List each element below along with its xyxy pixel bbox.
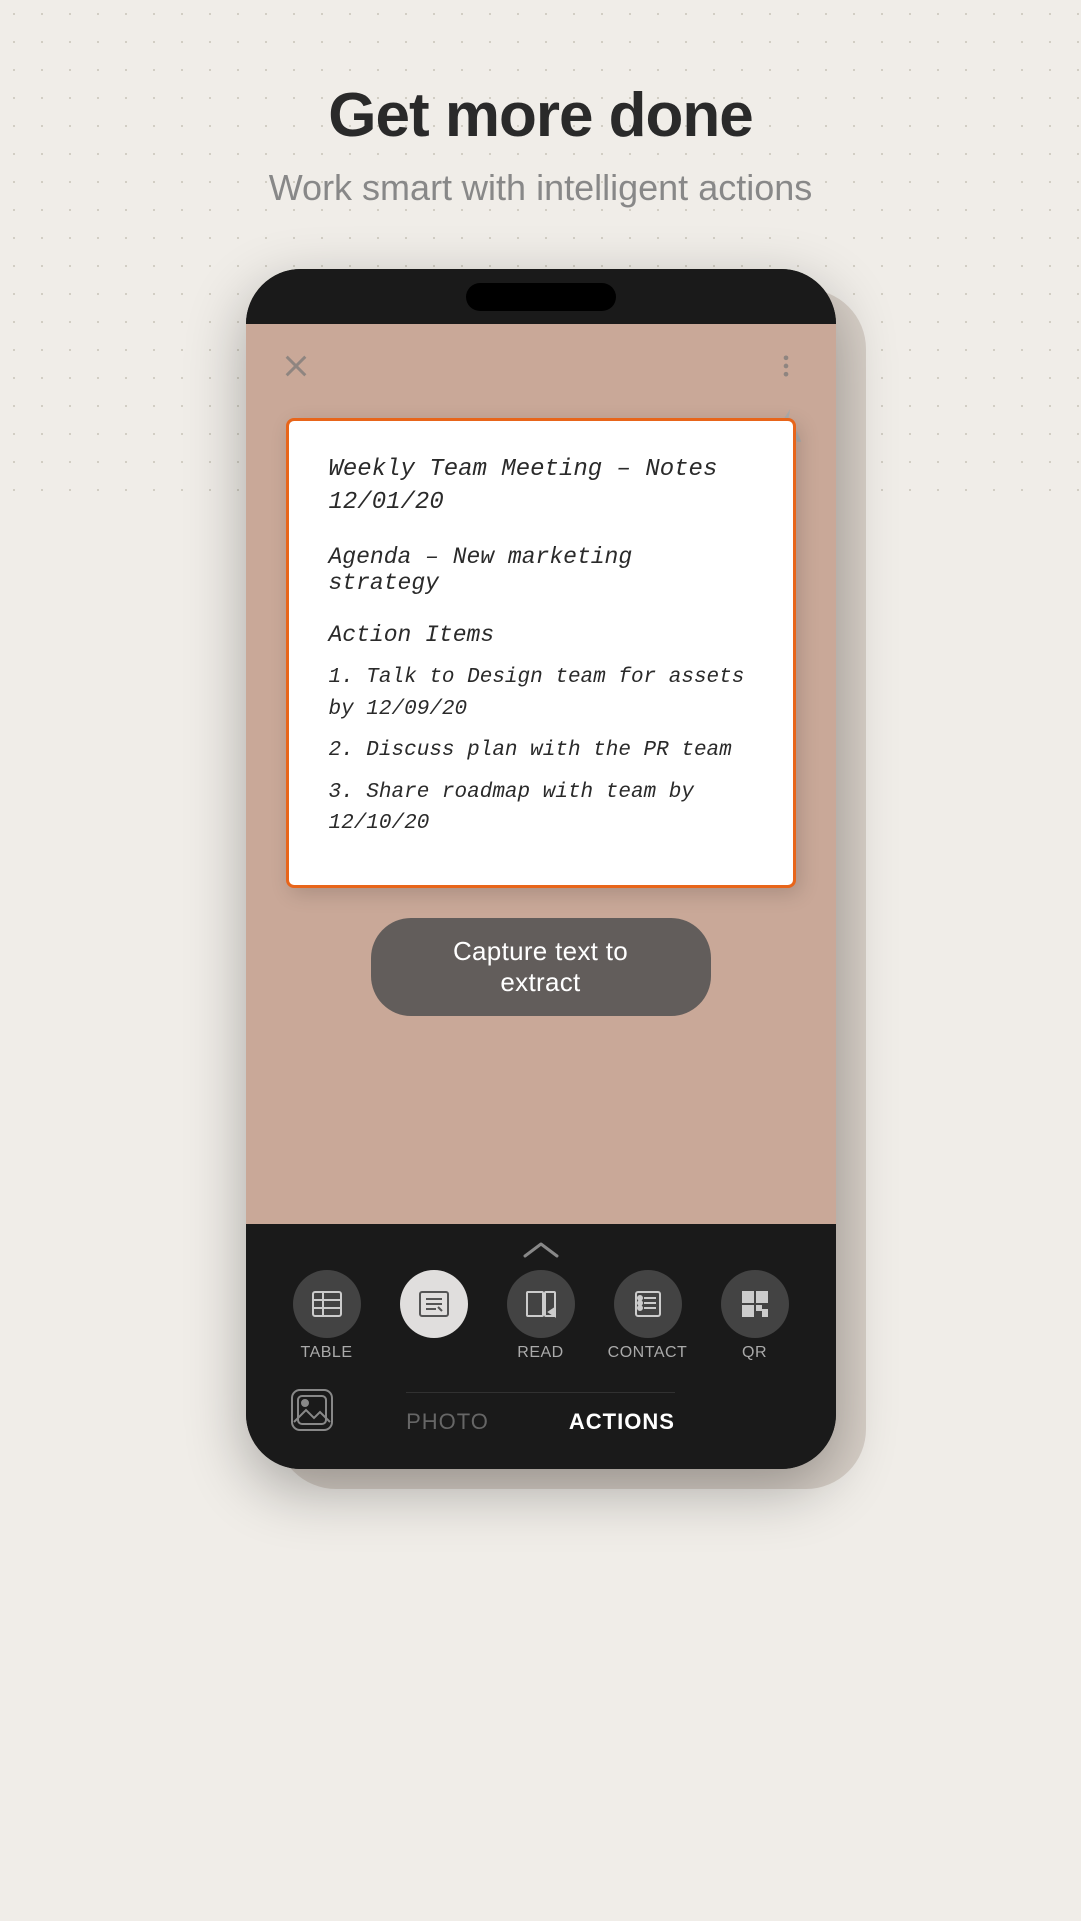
gallery-button[interactable] <box>286 1384 338 1441</box>
table-icon-bg <box>293 1270 361 1338</box>
phone-notch <box>466 283 616 311</box>
doc-date: 12/01/20 <box>329 489 753 516</box>
doc-item-2: 2. Discuss plan with the PR team <box>329 735 753 767</box>
document-card: Weekly Team Meeting – Notes 12/01/20 Age… <box>286 418 796 888</box>
text-icon-bg <box>400 1270 468 1338</box>
icon-read[interactable]: READ <box>498 1270 583 1362</box>
icon-contact[interactable]: CONTACT <box>605 1270 690 1362</box>
doc-section: Action Items <box>329 622 753 648</box>
main-title: Get more done <box>269 80 813 151</box>
bottom-tabs: PHOTO ACTIONS <box>406 1392 675 1443</box>
close-button[interactable] <box>274 344 318 388</box>
icon-table[interactable]: TABLE <box>284 1270 369 1362</box>
tab-actions[interactable]: ACTIONS <box>569 1409 675 1435</box>
qr-icon-bg <box>721 1270 789 1338</box>
header-section: Get more done Work smart with intelligen… <box>269 0 813 209</box>
sub-title: Work smart with intelligent actions <box>269 167 813 209</box>
tab-photo[interactable]: PHOTO <box>406 1409 489 1435</box>
phone-top-bar <box>246 269 836 324</box>
doc-title: Weekly Team Meeting – Notes <box>329 456 753 483</box>
camera-controls <box>246 324 836 398</box>
chevron-up <box>246 1224 836 1270</box>
phone-frame: A Weekly Team Meeting – Notes 12/01/20 A… <box>246 269 836 1469</box>
contact-label: CONTACT <box>608 1344 688 1362</box>
phone-mockup: A Weekly Team Meeting – Notes 12/01/20 A… <box>246 269 836 1469</box>
doc-agenda: Agenda – New marketing strategy <box>329 544 753 596</box>
read-icon-bg <box>507 1270 575 1338</box>
icon-qr[interactable]: QR <box>712 1270 797 1362</box>
icon-text-active[interactable] <box>391 1270 476 1344</box>
camera-viewfinder: A Weekly Team Meeting – Notes 12/01/20 A… <box>246 324 836 1224</box>
doc-item-1: 1. Talk to Design team for assets by 12/… <box>329 662 753 725</box>
page: Get more done Work smart with intelligen… <box>0 0 1081 1921</box>
doc-item-3: 3. Share roadmap with team by 12/10/20 <box>329 777 753 840</box>
bottom-icons-row: TABLE <box>246 1270 836 1372</box>
qr-label: QR <box>742 1344 767 1362</box>
contact-icon-bg <box>614 1270 682 1338</box>
table-label: TABLE <box>301 1344 353 1362</box>
read-label: READ <box>517 1344 563 1362</box>
more-button[interactable] <box>764 344 808 388</box>
phone-bottom-bar: TABLE <box>246 1224 836 1469</box>
capture-button[interactable]: Capture text to extract <box>371 918 711 1016</box>
